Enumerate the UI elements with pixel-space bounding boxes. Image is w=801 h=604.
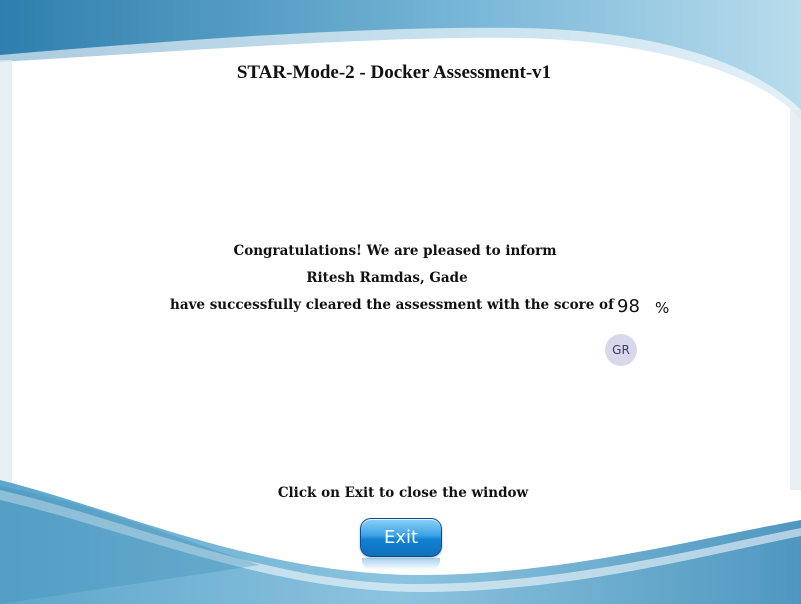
candidate-name: Ritesh Ramdas, Gade — [306, 270, 468, 286]
cleared-text: have successfully cleared the assessment… — [170, 297, 614, 313]
percent-sign: % — [655, 299, 670, 317]
exit-button-reflection — [362, 558, 440, 570]
congrats-text: Congratulations! We are pleased to infor… — [233, 243, 557, 259]
exit-button[interactable]: Exit — [360, 518, 442, 557]
avatar: GR — [605, 334, 637, 366]
exit-instruction: Click on Exit to close the window — [277, 485, 529, 501]
page-title: STAR-Mode-2 - Docker Assessment-v1 — [236, 62, 552, 83]
score-value: 98 — [617, 296, 640, 317]
result-panel: STAR-Mode-2 - Docker Assessment-v1 Congr… — [0, 0, 801, 604]
